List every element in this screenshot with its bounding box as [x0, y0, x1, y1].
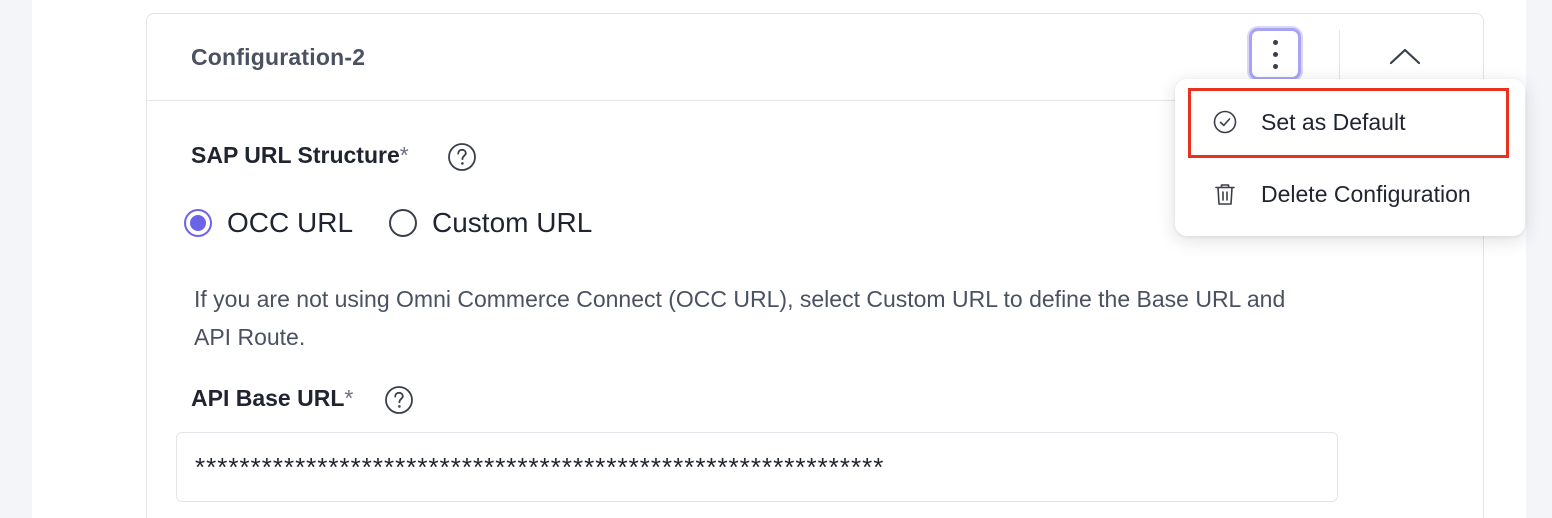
trash-icon	[1215, 184, 1235, 205]
page-panel: Configuration-2 SAP URL Structure* OCC U…	[32, 0, 1526, 518]
check-circle-icon	[1213, 110, 1237, 134]
radio-occ-url[interactable]: OCC URL	[184, 207, 353, 239]
api-base-url-label: API Base URL*	[191, 385, 353, 412]
chevron-up-icon	[1389, 48, 1421, 65]
collapse-button[interactable]	[1383, 36, 1427, 76]
options-dropdown-menu: Set as Default Delete Configuration	[1175, 79, 1525, 236]
api-base-url-label-text: API Base URL	[191, 385, 345, 411]
required-mark: *	[399, 142, 409, 168]
url-structure-help-text: If you are not using Omni Commerce Conne…	[194, 286, 1286, 350]
kebab-dot	[1272, 63, 1278, 69]
kebab-dot	[1272, 39, 1278, 45]
required-mark: *	[344, 385, 354, 411]
url-structure-radio-group: OCC URL Custom URL	[184, 207, 628, 239]
sap-url-structure-label: SAP URL Structure*	[191, 142, 409, 169]
header-divider	[1339, 30, 1340, 80]
api-base-url-input[interactable]: ****************************************…	[176, 432, 1338, 502]
menu-item-label: Delete Configuration	[1261, 180, 1471, 207]
help-icon[interactable]	[447, 142, 477, 172]
radio-button[interactable]	[389, 209, 418, 237]
card-title: Configuration-2	[191, 44, 366, 70]
menu-item-label: Set as Default	[1261, 108, 1406, 135]
kebab-dot	[1272, 51, 1278, 57]
radio-custom-url[interactable]: Custom URL	[389, 207, 592, 239]
help-icon[interactable]	[384, 385, 414, 415]
menu-item-delete-configuration[interactable]: Delete Configuration	[1175, 166, 1525, 222]
radio-label: OCC URL	[227, 207, 354, 238]
more-options-button[interactable]	[1249, 28, 1301, 80]
sap-url-structure-label-text: SAP URL Structure	[191, 142, 400, 168]
radio-label: Custom URL	[432, 207, 593, 238]
radio-button-checked[interactable]	[184, 209, 212, 237]
menu-item-set-as-default[interactable]: Set as Default	[1175, 94, 1525, 150]
